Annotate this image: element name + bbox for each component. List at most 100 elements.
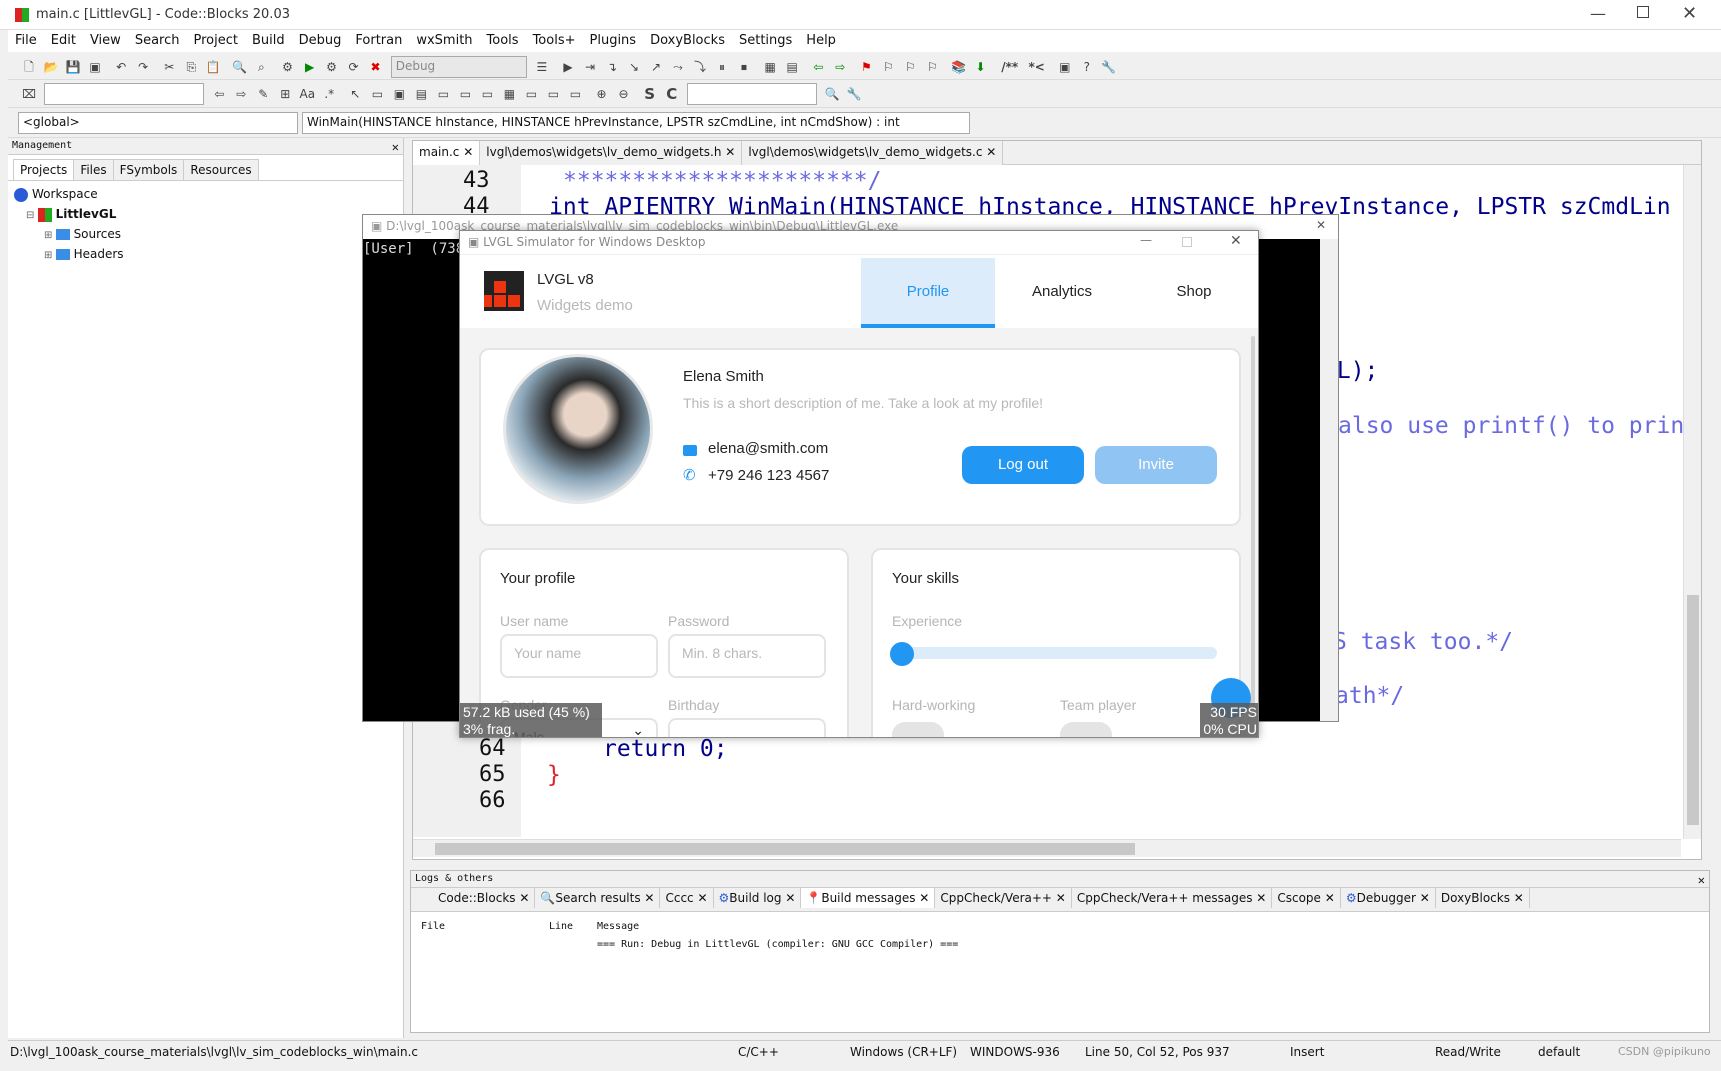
wx-icon-2[interactable]: ▤ bbox=[412, 85, 430, 103]
debug-step-into-icon[interactable]: ↘ bbox=[625, 58, 643, 76]
log-tab-codeblocks[interactable]: Code::Blocks ✕ bbox=[433, 888, 536, 908]
clear-search-icon[interactable]: ⌧ bbox=[20, 85, 38, 103]
tab-profile[interactable]: Profile bbox=[861, 258, 995, 328]
save-icon[interactable]: 💾 bbox=[64, 58, 82, 76]
wx-icon-8[interactable]: ▭ bbox=[544, 85, 562, 103]
symbol-find-icon[interactable]: 🔍 bbox=[823, 85, 841, 103]
content-scrollbar[interactable] bbox=[1251, 336, 1255, 706]
code-line-64[interactable]: return 0; bbox=[603, 736, 728, 762]
symbol-settings-icon[interactable]: 🔧 bbox=[845, 85, 863, 103]
wx-icon-9[interactable]: ▭ bbox=[566, 85, 584, 103]
cut-icon[interactable]: ✂ bbox=[160, 58, 178, 76]
teamplayer-switch[interactable] bbox=[1060, 722, 1112, 737]
console-close-icon[interactable]: ✕ bbox=[1316, 218, 1326, 232]
symbol-combo[interactable] bbox=[686, 83, 817, 105]
menu-help[interactable]: Help bbox=[799, 30, 843, 51]
close-pane-icon[interactable]: ✕ bbox=[1698, 873, 1705, 887]
doxy-config-icon[interactable]: 🔧 bbox=[1100, 58, 1118, 76]
build-target-select[interactable]: Debug bbox=[390, 56, 527, 78]
abort-icon[interactable]: ✖ bbox=[367, 58, 385, 76]
replace-icon[interactable]: ⌕ bbox=[252, 58, 270, 76]
function-select[interactable]: WinMain(HINSTANCE hInstance, HINSTANCE h… bbox=[302, 112, 970, 134]
tree-sources[interactable]: ⊞ Sources bbox=[14, 224, 397, 244]
jump-back-icon[interactable]: ⇦ bbox=[809, 58, 827, 76]
bookmark-next-icon[interactable]: ⚐ bbox=[901, 58, 919, 76]
code-line-43[interactable]: **********************/ bbox=[563, 168, 882, 194]
menu-fortran[interactable]: Fortran bbox=[348, 30, 409, 51]
birthday-input[interactable] bbox=[668, 718, 826, 737]
log-tab-doxyblocks[interactable]: DoxyBlocks ✕ bbox=[1435, 888, 1530, 908]
tab-projects[interactable]: Projects bbox=[13, 159, 75, 180]
copy-icon[interactable]: ⎘ bbox=[182, 58, 200, 76]
tab-lv-demo-widgets-h[interactable]: lvgl\demos\widgets\lv_demo_widgets.h ✕ bbox=[480, 141, 743, 165]
zoom-in-icon[interactable]: ⊕ bbox=[593, 85, 611, 103]
menu-search[interactable]: Search bbox=[128, 30, 187, 51]
close-tab-icon[interactable]: ✕ bbox=[725, 145, 735, 159]
menu-tools[interactable]: Tools bbox=[480, 30, 526, 51]
close-icon[interactable]: ✕ bbox=[1682, 3, 1697, 24]
close-tab-icon[interactable]: ✕ bbox=[986, 145, 996, 159]
tab-resources[interactable]: Resources bbox=[183, 159, 259, 180]
jump-forward-icon[interactable]: ⇨ bbox=[831, 58, 849, 76]
scrollbar-thumb[interactable] bbox=[1687, 595, 1699, 825]
log-tab-cppcheck[interactable]: CppCheck/Vera++ ✕ bbox=[935, 888, 1072, 908]
debug-next-instruction-icon[interactable]: ⤳ bbox=[669, 58, 687, 76]
selected-text-icon[interactable]: ⊞ bbox=[276, 85, 294, 103]
menu-debug[interactable]: Debug bbox=[292, 30, 349, 51]
highlight-icon[interactable]: ✎ bbox=[254, 85, 272, 103]
wx-icon-4[interactable]: ▭ bbox=[456, 85, 474, 103]
bookmark-clear-icon[interactable]: ⚐ bbox=[923, 58, 941, 76]
menu-plugins[interactable]: Plugins bbox=[583, 30, 644, 51]
tree-project[interactable]: ⊟ LittlevGL bbox=[14, 204, 397, 224]
wx-icon-5[interactable]: ▭ bbox=[478, 85, 496, 103]
redo-icon[interactable]: ↷ bbox=[134, 58, 152, 76]
zoom-out-icon[interactable]: ⊖ bbox=[615, 85, 633, 103]
doxy-wizard-icon[interactable]: 📚 bbox=[950, 58, 968, 76]
col-message-header[interactable]: Message bbox=[597, 921, 639, 932]
console-scrollbar[interactable] bbox=[1320, 239, 1338, 721]
rebuild-icon[interactable]: ⟳ bbox=[345, 58, 363, 76]
build-message-row[interactable]: === Run: Debug in LittlevGL (compiler: G… bbox=[597, 939, 958, 950]
menu-settings[interactable]: Settings bbox=[732, 30, 799, 51]
bookmark-prev-icon[interactable]: ⚐ bbox=[879, 58, 897, 76]
hardworking-switch[interactable] bbox=[892, 722, 944, 737]
menu-project[interactable]: Project bbox=[186, 30, 244, 51]
search-back-icon[interactable]: ⇦ bbox=[210, 85, 228, 103]
tab-fsymbols[interactable]: FSymbols bbox=[112, 159, 185, 180]
close-tab-icon[interactable]: ✕ bbox=[463, 145, 473, 159]
paste-icon[interactable]: 📋 bbox=[204, 58, 222, 76]
pointer-icon[interactable]: ↖ bbox=[346, 85, 364, 103]
tab-lv-demo-widgets-c[interactable]: lvgl\demos\widgets\lv_demo_widgets.c ✕ bbox=[742, 141, 1004, 165]
horizontal-scrollbar[interactable] bbox=[413, 839, 1681, 857]
search-combo[interactable] bbox=[44, 83, 205, 105]
block-comment-icon[interactable]: /** bbox=[998, 58, 1022, 76]
debug-pause-icon[interactable]: ⏸ bbox=[713, 58, 731, 76]
log-tab-build-log[interactable]: ⚙Build log ✕ bbox=[713, 888, 802, 908]
menu-edit[interactable]: Edit bbox=[44, 30, 83, 51]
tab-shop[interactable]: Shop bbox=[1129, 258, 1258, 328]
menu-file[interactable]: File bbox=[8, 30, 44, 51]
run-icon[interactable]: ▶ bbox=[301, 58, 319, 76]
log-tab-build-messages[interactable]: 📍Build messages ✕ bbox=[801, 888, 936, 908]
experience-slider-knob[interactable] bbox=[890, 642, 914, 666]
regex-icon[interactable]: .* bbox=[320, 85, 338, 103]
build-run-icon[interactable]: ⚙ bbox=[323, 58, 341, 76]
debug-next-line-icon[interactable]: ↴ bbox=[603, 58, 621, 76]
bookmark-toggle-icon[interactable]: ⚑ bbox=[857, 58, 875, 76]
tree-headers[interactable]: ⊞ Headers bbox=[14, 244, 397, 264]
build-gear-icon[interactable]: ⚙ bbox=[279, 58, 297, 76]
menu-tools-plus[interactable]: Tools+ bbox=[526, 30, 583, 51]
rect-icon[interactable]: ▭ bbox=[368, 85, 386, 103]
code-fragment-4[interactable]: ath*/ bbox=[1335, 683, 1404, 709]
tab-files[interactable]: Files bbox=[73, 159, 114, 180]
tab-main-c[interactable]: main.c ✕ bbox=[413, 141, 481, 165]
wx-icon-1[interactable]: ▣ bbox=[390, 85, 408, 103]
close-pane-icon[interactable]: ✕ bbox=[392, 140, 399, 154]
debug-step-instruction-icon[interactable]: ⤵ bbox=[691, 58, 709, 76]
menu-build[interactable]: Build bbox=[245, 30, 292, 51]
debug-run-to-cursor-icon[interactable]: ⇥ bbox=[581, 58, 599, 76]
wx-icon-6[interactable]: ▦ bbox=[500, 85, 518, 103]
code-fragment-2[interactable]: also use printf() to print bbox=[1338, 413, 1698, 439]
menu-wxsmith[interactable]: wxSmith bbox=[409, 30, 479, 51]
undo-icon[interactable]: ↶ bbox=[112, 58, 130, 76]
